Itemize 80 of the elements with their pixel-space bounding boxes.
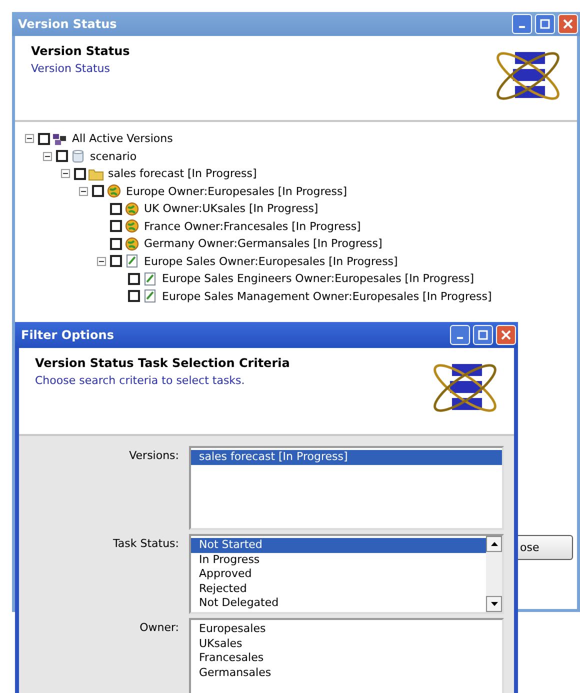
cubes-icon [52,132,68,146]
list-item[interactable]: Approved [191,567,486,582]
header-title: Version Status [31,44,130,58]
close-icon [563,19,573,29]
checkbox[interactable] [128,290,140,302]
close-icon [501,330,511,340]
tree-item-label[interactable]: scenario [90,150,137,163]
collapse-toggle[interactable] [43,152,52,161]
checkbox[interactable] [92,185,104,198]
list-item[interactable]: Rejected [191,582,486,596]
checkbox[interactable] [110,220,122,232]
field-label: Owner: [138,620,179,636]
maximize-icon [540,19,550,29]
close-button[interactable] [558,14,578,34]
checkbox[interactable] [56,150,68,162]
field-label: Versions: [128,448,179,464]
header-subtitle: Choose search criteria to select tasks. [35,374,246,387]
list-box[interactable]: Not Started In Progress Approved Rejected Not Delegated [189,534,504,614]
tree-item-label[interactable]: Europe Sales Engineers Owner:Europesales [In Progress] [162,272,474,286]
tree-item-label[interactable]: Europe Sales Management Owner:Europesales [In Progress] [162,290,492,303]
scroll-up-button[interactable] [486,536,502,552]
tree-item-label[interactable]: UK Owner:UKsales [In Progress] [144,202,318,216]
maximize-button[interactable] [535,14,555,34]
checkbox[interactable] [110,202,122,215]
scrollbar[interactable] [486,536,502,612]
document-icon [142,289,158,304]
minimize-button[interactable] [450,324,470,345]
tree-item-label[interactable]: sales forecast [In Progress] [108,167,257,180]
checkbox[interactable] [74,168,86,180]
header-title: Version Status Task Selection Criteria [35,356,290,370]
close-button[interactable] [496,324,516,345]
list-box[interactable]: Europesales UKsales Francesales Germansales [189,618,504,693]
document-icon [124,254,140,268]
window-title: Version Status [18,17,117,31]
globe-icon [124,219,140,234]
collapse-toggle[interactable] [97,256,106,266]
minimize-button[interactable] [512,14,532,34]
list-item[interactable]: Europesales [191,622,502,636]
collapse-toggle[interactable] [79,186,88,196]
minus-icon [81,188,86,194]
minimize-icon [457,336,463,339]
folder-icon [88,166,104,181]
list-box[interactable]: sales forecast [In Progress] [189,446,504,530]
minus-icon [27,136,32,142]
up-arrow-icon [490,542,498,546]
header-subtitle: Version Status [31,62,111,75]
window-title: Filter Options [21,328,114,342]
checkbox[interactable] [110,255,122,268]
maximize-icon [478,330,488,340]
list-item[interactable]: Not Delegated [191,596,486,610]
cylinder-icon [70,149,86,164]
tree-item-label[interactable]: France Owner:Francesales [In Progress] [144,220,361,233]
tree-item-label[interactable]: Germany Owner:Germansales [In Progress] [144,237,382,250]
globe-icon [124,202,140,216]
minus-icon [99,258,104,264]
globe-icon [106,184,122,198]
checkbox[interactable] [110,238,122,250]
collapse-toggle[interactable] [61,169,70,178]
list-item[interactable]: In Progress [191,552,486,567]
list-item[interactable]: Not Started [191,538,486,552]
checkbox[interactable] [38,132,50,145]
checkbox[interactable] [128,272,140,285]
list-item[interactable]: sales forecast [In Progress] [191,450,502,464]
collapse-toggle[interactable] [25,134,34,144]
maximize-button[interactable] [473,324,493,345]
list-item[interactable]: Francesales [191,651,502,666]
tree-item-label[interactable]: All Active Versions [72,132,173,146]
minimize-icon [519,26,525,28]
document-icon [142,272,158,286]
scroll-down-button[interactable] [486,596,502,612]
minus-icon [45,154,50,159]
down-arrow-icon [490,602,498,606]
globe-icon [124,236,140,251]
field-label: Task Status: [112,536,179,552]
minus-icon [63,171,68,176]
tree-item-label[interactable]: Europe Sales Owner:Europesales [In Progress] [144,254,398,268]
tree-item-label[interactable]: Europe Owner:Europesales [In Progress] [126,184,348,198]
list-item[interactable]: UKsales [191,636,502,651]
list-item[interactable]: Germansales [191,666,502,680]
close-button[interactable]: ose [518,535,573,560]
